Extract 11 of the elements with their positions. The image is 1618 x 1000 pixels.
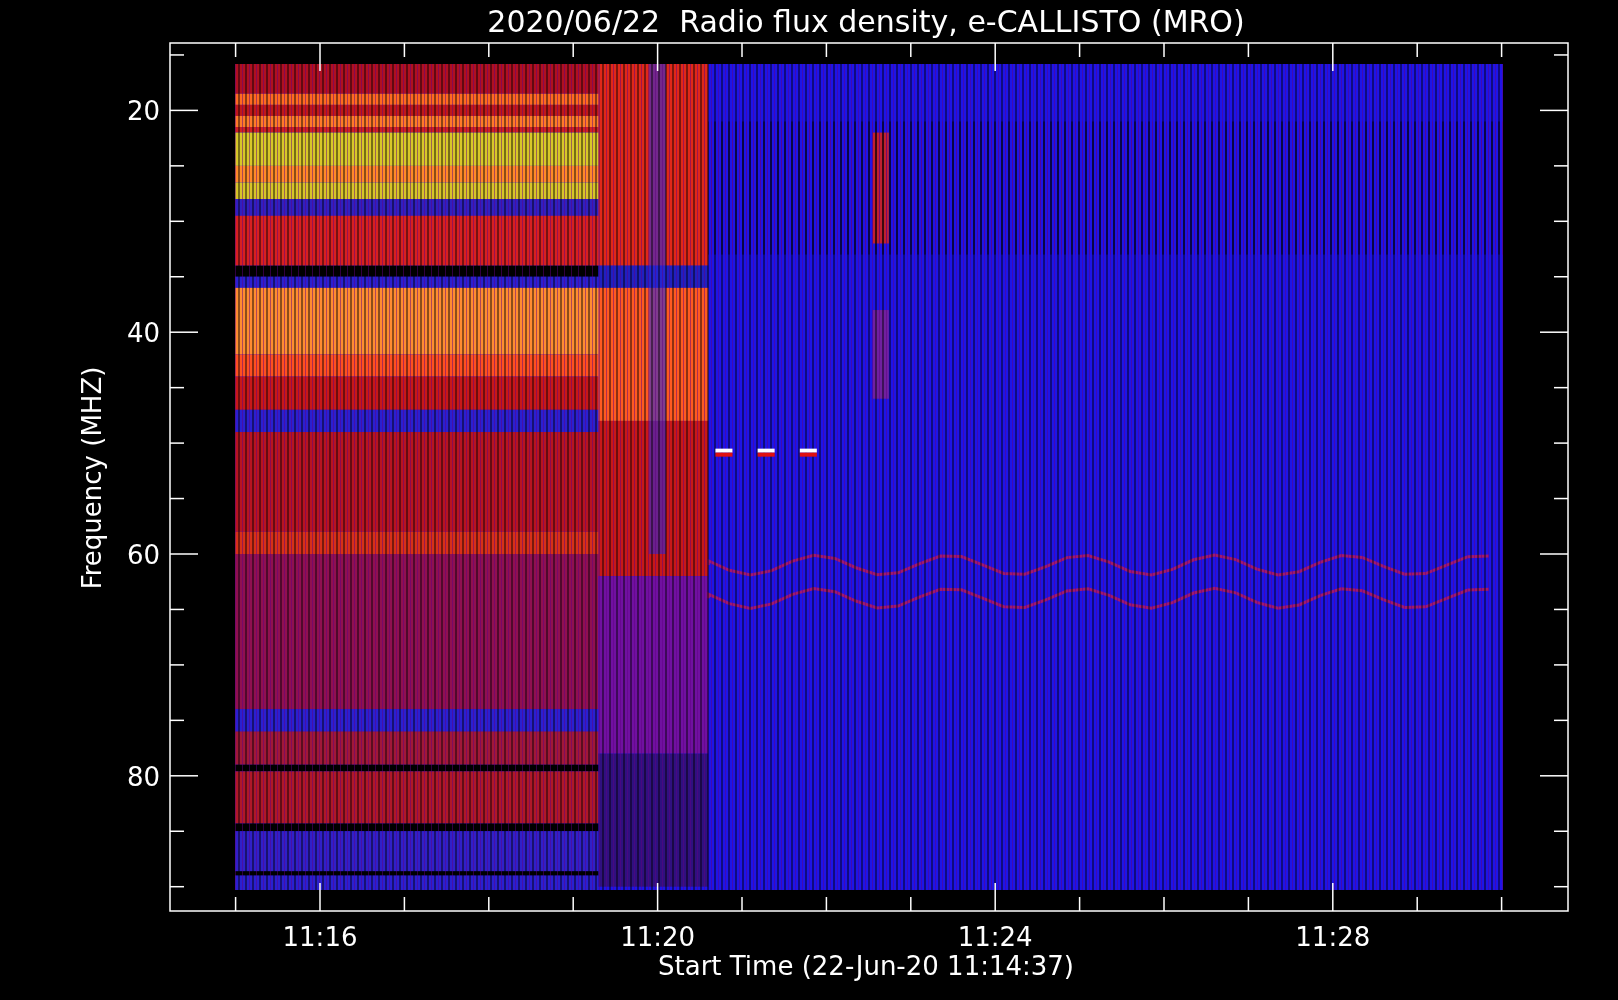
y-tick-label: 60 xyxy=(126,540,160,570)
x-tick-label: 11:16 xyxy=(282,922,358,952)
x-tick-label: 11:20 xyxy=(620,922,696,952)
chart-title: 2020/06/22 Radio flux density, e-CALLISTO (MRO) xyxy=(487,4,1245,39)
y-axis-label: Frequency (MHZ) xyxy=(77,366,107,590)
y-tick-label: 40 xyxy=(126,318,160,349)
x-axis-label: Start Time (22-Jun-20 11:14:37) xyxy=(658,951,1074,981)
y-tick-label: 20 xyxy=(126,96,160,127)
x-tick-label: 11:28 xyxy=(1295,922,1371,952)
x-tick-label: 11:24 xyxy=(957,922,1033,952)
y-tick-label: 80 xyxy=(126,761,160,792)
